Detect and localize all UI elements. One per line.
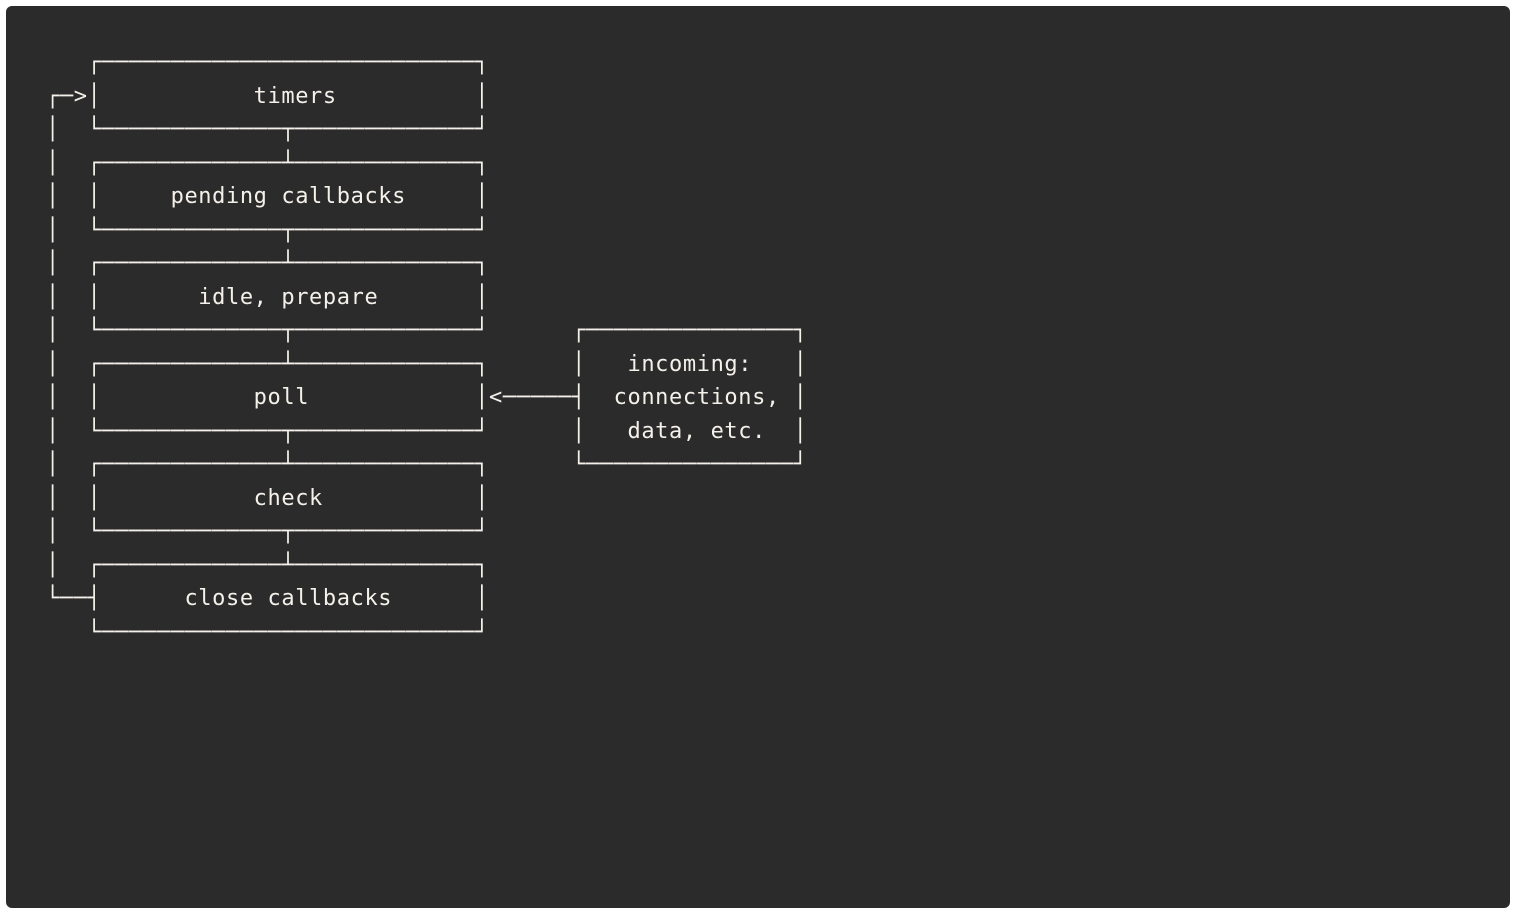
diagram-frame: ┌───────────────────────────┐ ┌─>│ timer…	[0, 0, 1516, 914]
event-loop-ascii-diagram: ┌───────────────────────────┐ ┌─>│ timer…	[46, 46, 1510, 649]
diagram-canvas: ┌───────────────────────────┐ ┌─>│ timer…	[6, 6, 1510, 908]
